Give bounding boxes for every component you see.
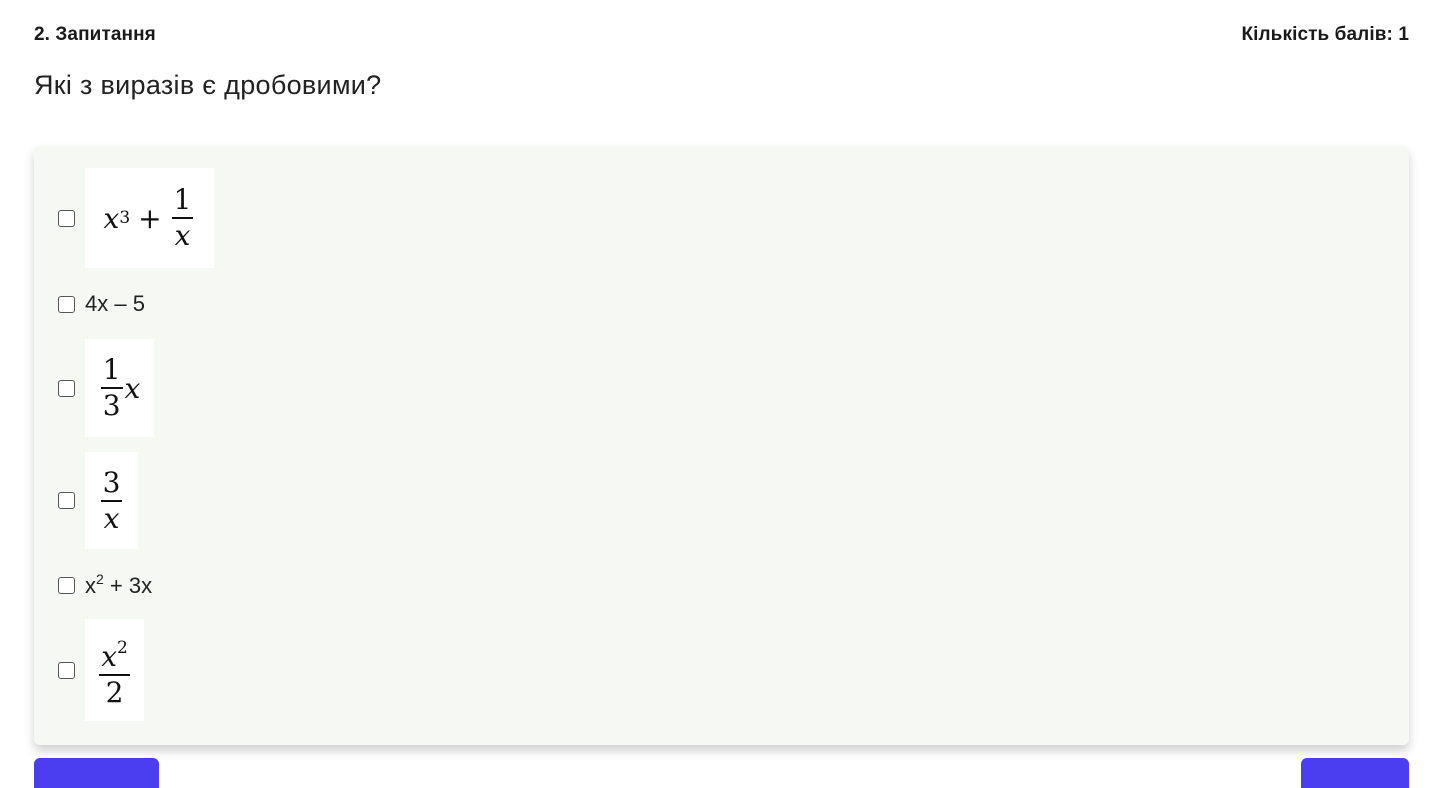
option-4-formula: 3 x [85, 452, 138, 549]
option-4-checkbox[interactable] [58, 492, 75, 509]
option-6[interactable]: x2 2 [58, 619, 144, 721]
option-4-numerator: 3 [102, 465, 121, 499]
option-1-formula: x3 + 1 x [85, 168, 214, 268]
option-2[interactable]: 4x – 5 [58, 291, 145, 317]
option-3[interactable]: 1 3 x [58, 339, 154, 437]
previous-button[interactable] [34, 758, 159, 788]
option-5-text: x2 + 3x [85, 571, 152, 599]
option-3-formula: 1 3 x [85, 339, 154, 437]
option-1-base: x [103, 201, 120, 235]
option-1[interactable]: x3 + 1 x [58, 168, 214, 268]
option-2-checkbox[interactable] [58, 295, 75, 313]
question-text: Які з виразів є дробовими? [34, 70, 382, 100]
option-6-denominator: 2 [105, 675, 124, 709]
question-header: 2. Запитання Кількість балів: 1 [34, 22, 1409, 48]
option-4-denominator: x [103, 501, 120, 535]
option-6-exponent: 2 [116, 637, 128, 658]
option-5-checkbox[interactable] [58, 576, 75, 594]
option-6-fraction: x2 2 [99, 631, 130, 710]
option-3-checkbox[interactable] [58, 379, 75, 397]
option-6-base: x [101, 639, 117, 673]
option-5-rest: + 3x [103, 573, 153, 598]
option-6-checkbox[interactable] [58, 661, 75, 679]
option-4[interactable]: 3 x [58, 452, 138, 549]
option-1-numerator: 1 [173, 183, 192, 216]
option-1-exponent: 3 [119, 208, 131, 228]
option-4-fraction: 3 x [100, 465, 123, 536]
option-6-formula: x2 2 [85, 619, 144, 721]
answer-options-panel: x3 + 1 x 4x – 5 1 3 x 3 x x2 + 3x x2 2 [34, 146, 1409, 745]
option-5[interactable]: x2 + 3x [58, 571, 152, 599]
option-5-base: x [85, 573, 96, 598]
question-points: Кількість балів: 1 [1241, 24, 1409, 45]
option-1-fraction: 1 x [171, 183, 194, 253]
option-3-numerator: 1 [102, 353, 121, 386]
question-number: 2. Запитання [34, 24, 156, 45]
option-3-fraction: 1 3 [100, 353, 123, 423]
option-3-variable: x [124, 371, 141, 405]
option-3-denominator: 3 [102, 389, 121, 422]
option-1-denominator: x [174, 219, 191, 252]
option-5-exponent: 2 [96, 571, 104, 587]
option-1-plus: + [138, 201, 162, 235]
option-6-numerator: x2 [99, 631, 130, 674]
option-1-checkbox[interactable] [58, 209, 75, 227]
next-button[interactable] [1301, 758, 1409, 788]
option-2-text: 4x – 5 [85, 291, 145, 316]
